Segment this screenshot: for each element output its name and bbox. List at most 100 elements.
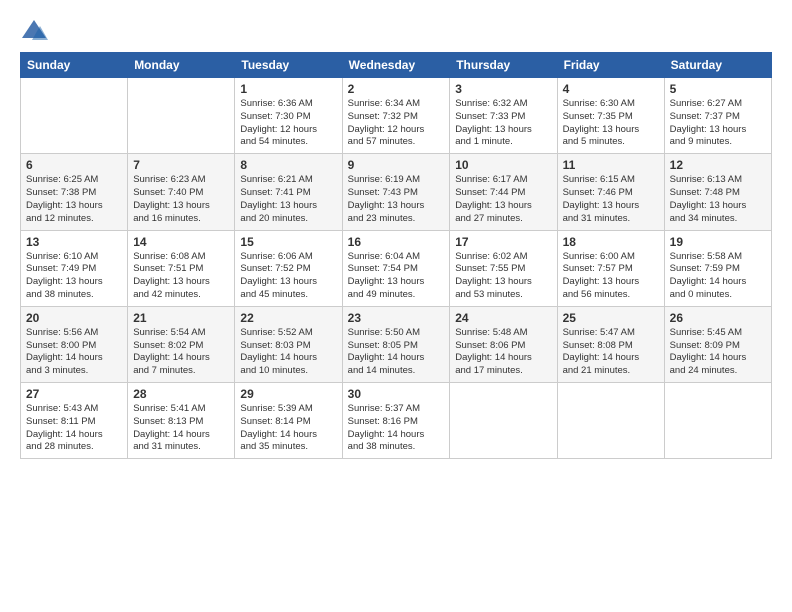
day-number: 6 xyxy=(26,158,122,172)
calendar-cell: 16 Sunrise: 6:04 AM Sunset: 7:54 PM Dayli… xyxy=(342,230,450,306)
calendar-week-row: 27 Sunrise: 5:43 AM Sunset: 8:11 PM Dayli… xyxy=(21,383,772,459)
calendar-cell: 28 Sunrise: 5:41 AM Sunset: 8:13 PM Dayli… xyxy=(128,383,235,459)
calendar-header-row: SundayMondayTuesdayWednesdayThursdayFrid… xyxy=(21,53,772,78)
calendar-cell: 27 Sunrise: 5:43 AM Sunset: 8:11 PM Dayli… xyxy=(21,383,128,459)
day-number: 16 xyxy=(348,235,445,249)
calendar-cell: 8 Sunrise: 6:21 AM Sunset: 7:41 PM Daylig… xyxy=(235,154,342,230)
day-detail: Sunrise: 6:36 AM Sunset: 7:30 PM Dayligh… xyxy=(240,98,317,147)
calendar-cell: 3Sunrise: 6:32 AM Sunset: 7:33 PM Daylig… xyxy=(450,78,557,154)
calendar-cell: 11 Sunrise: 6:15 AM Sunset: 7:46 PM Dayli… xyxy=(557,154,664,230)
logo xyxy=(20,16,50,44)
calendar-cell: 17Sunrise: 6:02 AM Sunset: 7:55 PM Dayli… xyxy=(450,230,557,306)
day-detail: Sunrise: 5:43 AM Sunset: 8:11 PM Dayligh… xyxy=(26,403,103,452)
day-number: 24 xyxy=(455,311,551,325)
page: SundayMondayTuesdayWednesdayThursdayFrid… xyxy=(0,0,792,612)
day-number: 12 xyxy=(670,158,766,172)
day-detail: Sunrise: 5:52 AM Sunset: 8:03 PM Dayligh… xyxy=(240,327,317,376)
calendar-weekday-monday: Monday xyxy=(128,53,235,78)
day-number: 5 xyxy=(670,82,766,96)
calendar-cell: 22 Sunrise: 5:52 AM Sunset: 8:03 PM Dayli… xyxy=(235,306,342,382)
day-detail: Sunrise: 6:21 AM Sunset: 7:41 PM Dayligh… xyxy=(240,174,317,223)
day-number: 30 xyxy=(348,387,445,401)
day-detail: Sunrise: 6:34 AM Sunset: 7:32 PM Dayligh… xyxy=(348,98,425,147)
day-detail: Sunrise: 6:23 AM Sunset: 7:40 PM Dayligh… xyxy=(133,174,210,223)
day-number: 18 xyxy=(563,235,659,249)
calendar-cell: 5 Sunrise: 6:27 AM Sunset: 7:37 PM Daylig… xyxy=(664,78,771,154)
day-number: 15 xyxy=(240,235,336,249)
day-number: 20 xyxy=(26,311,122,325)
day-number: 1 xyxy=(240,82,336,96)
calendar-week-row: 6 Sunrise: 6:25 AM Sunset: 7:38 PM Daylig… xyxy=(21,154,772,230)
day-detail: Sunrise: 6:15 AM Sunset: 7:46 PM Dayligh… xyxy=(563,174,640,223)
day-number: 2 xyxy=(348,82,445,96)
day-detail: Sunrise: 5:54 AM Sunset: 8:02 PM Dayligh… xyxy=(133,327,210,376)
calendar-cell: 6 Sunrise: 6:25 AM Sunset: 7:38 PM Daylig… xyxy=(21,154,128,230)
day-detail: Sunrise: 6:08 AM Sunset: 7:51 PM Dayligh… xyxy=(133,251,210,300)
calendar-cell xyxy=(128,78,235,154)
day-number: 23 xyxy=(348,311,445,325)
day-number: 19 xyxy=(670,235,766,249)
day-number: 28 xyxy=(133,387,229,401)
day-number: 27 xyxy=(26,387,122,401)
day-detail: Sunrise: 5:45 AM Sunset: 8:09 PM Dayligh… xyxy=(670,327,747,376)
day-number: 4 xyxy=(563,82,659,96)
day-number: 29 xyxy=(240,387,336,401)
calendar-cell: 13 Sunrise: 6:10 AM Sunset: 7:49 PM Dayli… xyxy=(21,230,128,306)
day-detail: Sunrise: 6:27 AM Sunset: 7:37 PM Dayligh… xyxy=(670,98,747,147)
calendar-cell xyxy=(21,78,128,154)
day-number: 13 xyxy=(26,235,122,249)
calendar-cell: 25 Sunrise: 5:47 AM Sunset: 8:08 PM Dayli… xyxy=(557,306,664,382)
day-number: 25 xyxy=(563,311,659,325)
calendar-week-row: 20 Sunrise: 5:56 AM Sunset: 8:00 PM Dayli… xyxy=(21,306,772,382)
day-detail: Sunrise: 5:41 AM Sunset: 8:13 PM Dayligh… xyxy=(133,403,210,452)
day-detail: Sunrise: 6:10 AM Sunset: 7:49 PM Dayligh… xyxy=(26,251,103,300)
day-detail: Sunrise: 6:06 AM Sunset: 7:52 PM Dayligh… xyxy=(240,251,317,300)
day-number: 26 xyxy=(670,311,766,325)
day-number: 14 xyxy=(133,235,229,249)
day-detail: Sunrise: 5:56 AM Sunset: 8:00 PM Dayligh… xyxy=(26,327,103,376)
header xyxy=(20,16,772,44)
calendar-cell xyxy=(557,383,664,459)
day-number: 8 xyxy=(240,158,336,172)
calendar-weekday-tuesday: Tuesday xyxy=(235,53,342,78)
day-number: 22 xyxy=(240,311,336,325)
calendar-cell: 29 Sunrise: 5:39 AM Sunset: 8:14 PM Dayli… xyxy=(235,383,342,459)
day-detail: Sunrise: 5:47 AM Sunset: 8:08 PM Dayligh… xyxy=(563,327,640,376)
calendar-weekday-sunday: Sunday xyxy=(21,53,128,78)
calendar-weekday-thursday: Thursday xyxy=(450,53,557,78)
calendar-cell: 20 Sunrise: 5:56 AM Sunset: 8:00 PM Dayli… xyxy=(21,306,128,382)
calendar-cell: 24 Sunrise: 5:48 AM Sunset: 8:06 PM Dayli… xyxy=(450,306,557,382)
calendar-cell: 10 Sunrise: 6:17 AM Sunset: 7:44 PM Dayli… xyxy=(450,154,557,230)
calendar-cell: 30 Sunrise: 5:37 AM Sunset: 8:16 PM Dayli… xyxy=(342,383,450,459)
day-detail: Sunrise: 6:04 AM Sunset: 7:54 PM Dayligh… xyxy=(348,251,425,300)
day-detail: Sunrise: 6:00 AM Sunset: 7:57 PM Dayligh… xyxy=(563,251,640,300)
calendar-week-row: 1 Sunrise: 6:36 AM Sunset: 7:30 PM Daylig… xyxy=(21,78,772,154)
day-detail: Sunrise: 6:17 AM Sunset: 7:44 PM Dayligh… xyxy=(455,174,532,223)
calendar-cell: 9 Sunrise: 6:19 AM Sunset: 7:43 PM Daylig… xyxy=(342,154,450,230)
day-number: 11 xyxy=(563,158,659,172)
day-detail: Sunrise: 5:37 AM Sunset: 8:16 PM Dayligh… xyxy=(348,403,425,452)
day-detail: Sunrise: 5:39 AM Sunset: 8:14 PM Dayligh… xyxy=(240,403,317,452)
day-number: 10 xyxy=(455,158,551,172)
day-detail: Sunrise: 6:13 AM Sunset: 7:48 PM Dayligh… xyxy=(670,174,747,223)
calendar-week-row: 13 Sunrise: 6:10 AM Sunset: 7:49 PM Dayli… xyxy=(21,230,772,306)
calendar-cell: 7 Sunrise: 6:23 AM Sunset: 7:40 PM Daylig… xyxy=(128,154,235,230)
day-detail: Sunrise: 6:32 AM Sunset: 7:33 PM Dayligh… xyxy=(455,98,532,147)
calendar-cell: 21Sunrise: 5:54 AM Sunset: 8:02 PM Dayli… xyxy=(128,306,235,382)
calendar-cell: 2 Sunrise: 6:34 AM Sunset: 7:32 PM Daylig… xyxy=(342,78,450,154)
calendar-cell: 1 Sunrise: 6:36 AM Sunset: 7:30 PM Daylig… xyxy=(235,78,342,154)
calendar-weekday-wednesday: Wednesday xyxy=(342,53,450,78)
calendar-cell: 12 Sunrise: 6:13 AM Sunset: 7:48 PM Dayli… xyxy=(664,154,771,230)
day-number: 7 xyxy=(133,158,229,172)
day-detail: Sunrise: 5:48 AM Sunset: 8:06 PM Dayligh… xyxy=(455,327,532,376)
calendar-cell: 19Sunrise: 5:58 AM Sunset: 7:59 PM Dayli… xyxy=(664,230,771,306)
logo-icon xyxy=(20,16,48,44)
calendar-table: SundayMondayTuesdayWednesdayThursdayFrid… xyxy=(20,52,772,459)
calendar-cell xyxy=(664,383,771,459)
day-detail: Sunrise: 6:25 AM Sunset: 7:38 PM Dayligh… xyxy=(26,174,103,223)
day-detail: Sunrise: 5:50 AM Sunset: 8:05 PM Dayligh… xyxy=(348,327,425,376)
calendar-cell: 15 Sunrise: 6:06 AM Sunset: 7:52 PM Dayli… xyxy=(235,230,342,306)
day-detail: Sunrise: 6:02 AM Sunset: 7:55 PM Dayligh… xyxy=(455,251,532,300)
day-number: 9 xyxy=(348,158,445,172)
day-detail: Sunrise: 6:19 AM Sunset: 7:43 PM Dayligh… xyxy=(348,174,425,223)
